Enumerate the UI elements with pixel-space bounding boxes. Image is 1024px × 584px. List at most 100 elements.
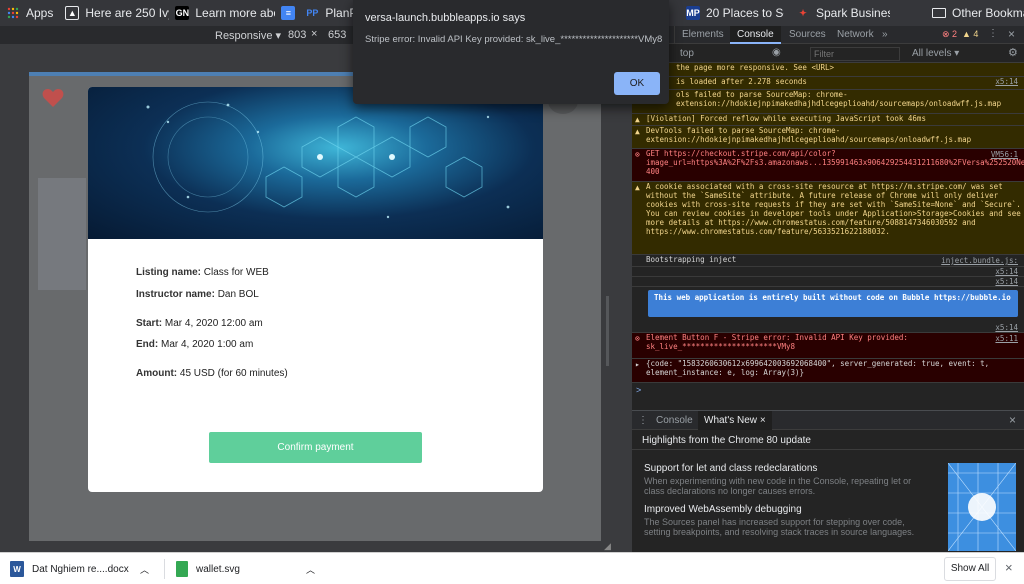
warning-icon: ▲ <box>635 183 640 192</box>
close-download-bar-icon[interactable]: × <box>1005 560 1013 575</box>
hero-image <box>88 87 543 239</box>
download-item[interactable]: wallet.svg ︿ <box>176 557 324 581</box>
close-drawer-icon[interactable]: × <box>1009 413 1016 427</box>
console-message[interactable]: This web application is entirely built w… <box>632 287 1024 323</box>
console-message[interactable]: is loaded after 2.278 seconds x5:14 <box>632 77 1024 90</box>
ok-button[interactable]: OK <box>614 72 660 95</box>
error-count-badge[interactable]: ⊗ 2 <box>942 29 957 40</box>
bookmark-favicon-icon: GN <box>175 6 190 20</box>
message-source-link[interactable]: x5:14 <box>995 267 1018 276</box>
chevron-up-icon[interactable]: ︿ <box>140 563 149 576</box>
message-source-link[interactable]: inject.bundle.js: <box>941 256 1018 265</box>
message-source-link[interactable]: x5:14 <box>995 323 1018 332</box>
warning-count: 4 <box>973 29 979 39</box>
expand-arrow-icon[interactable]: ▸ <box>635 360 640 369</box>
console-message[interactable]: ▲ DevTools failed to parse SourceMap: chr… <box>632 126 1024 149</box>
console-message[interactable]: x5:14 <box>632 267 1024 277</box>
side-image <box>38 178 86 290</box>
listing-value: Class for WEB <box>203 267 269 278</box>
whats-new-item[interactable]: Support for let and class redeclarations… <box>644 463 924 496</box>
resize-handle[interactable] <box>606 296 609 366</box>
apps-shortcut[interactable]: Apps <box>0 0 59 26</box>
viewport-width[interactable]: 803 <box>288 29 306 41</box>
console-message[interactable]: Bootstrapping inject inject.bundle.js: <box>632 255 1024 267</box>
bookmark-item[interactable]: ✦ Spark Business <box>790 0 890 26</box>
message-text: ols failed to parse SourceMap: chrome-ex… <box>676 90 1002 108</box>
settings-gear-icon[interactable]: ⚙ <box>1008 46 1018 59</box>
message-source-link[interactable]: VM56:1 <box>991 150 1018 159</box>
devtools-tabs: ⬚ ▯ Elements Console Sources Network » ⊗… <box>632 26 1024 44</box>
eye-icon[interactable]: ◉ <box>772 47 781 58</box>
divider <box>632 449 1024 450</box>
console-message[interactable]: ⊗ GET https://checkout.stripe.com/api/col… <box>632 149 1024 182</box>
bookmark-item[interactable]: MP 20 Places to Sell Y... <box>680 0 784 26</box>
instructor-label: Instructor name: <box>136 289 215 300</box>
error-count: 2 <box>952 29 958 39</box>
message-text: A cookie associated with a cross-site re… <box>646 182 1021 236</box>
amount-row: Amount: 45 USD (for 60 minutes) <box>136 368 288 379</box>
drawer-tab-whats-new[interactable]: What's New × <box>698 411 772 430</box>
docs-icon: ≡ <box>281 6 296 20</box>
download-item[interactable]: W Dat Nghiem re....docx ︿ <box>10 557 160 581</box>
console-message[interactable]: x5:14 <box>632 277 1024 287</box>
chevron-up-icon[interactable]: ︿ <box>306 563 315 576</box>
log-levels-select[interactable]: All levels ▾ <box>912 48 959 59</box>
tab-console[interactable]: Console <box>730 26 781 44</box>
message-text: {code: "1583260630612x699642003692068400… <box>646 359 990 377</box>
viewport-height[interactable]: 653 <box>328 29 346 41</box>
device-mode-select[interactable]: Responsive ▾ <box>215 29 281 42</box>
amount-value: 45 USD (for 60 minutes) <box>179 368 288 379</box>
bookmark-label: Spark Business <box>816 6 890 20</box>
console-message[interactable]: ▸ {code: "1583260630612x69964200369206840… <box>632 359 1024 383</box>
amount-label: Amount: <box>136 368 178 379</box>
warning-count-badge[interactable]: ▲ 4 <box>962 29 978 39</box>
bookmark-item[interactable]: ≡ <box>275 0 299 26</box>
drawer-tab-console[interactable]: Console <box>656 415 693 426</box>
download-filename: Dat Nghiem re....docx <box>32 563 129 575</box>
bookmark-favicon-icon: PP <box>306 8 319 18</box>
filter-input[interactable] <box>810 47 900 61</box>
message-source-link[interactable]: x5:11 <box>995 334 1018 343</box>
bookmark-item[interactable]: GN Learn more about... <box>169 0 275 26</box>
tab-network[interactable]: Network <box>830 26 881 44</box>
message-text: is loaded after 2.278 seconds <box>676 77 807 86</box>
show-all-button[interactable]: Show All <box>944 557 996 581</box>
message-source-link[interactable]: x5:14 <box>995 77 1018 86</box>
heart-icon[interactable] <box>42 88 64 113</box>
resize-corner-icon[interactable]: ◢ <box>604 541 611 552</box>
whats-new-item[interactable]: Improved WebAssembly debugging The Sourc… <box>644 504 924 537</box>
item-description: When experimenting with new code in the … <box>644 476 912 496</box>
alert-title: versa-launch.bubbleapps.io says <box>365 12 526 24</box>
start-value: Mar 4, 2020 12:00 am <box>164 318 263 329</box>
bookmark-item[interactable]: ▲ Here are 250 Ivy Le... <box>59 0 169 26</box>
confirm-payment-button[interactable]: Confirm payment <box>209 432 422 463</box>
other-bookmarks[interactable]: Other Bookmarks <box>926 0 1024 26</box>
warning-icon: ▲ <box>635 127 640 136</box>
console-message[interactable]: ▲ A cookie associated with a cross-site r… <box>632 182 1024 255</box>
bookmark-favicon-icon: ▲ <box>65 6 80 20</box>
tab-sources[interactable]: Sources <box>782 26 833 44</box>
bubble-banner: This web application is entirely built w… <box>648 290 1018 317</box>
more-options-icon[interactable]: ⋮ <box>988 28 998 39</box>
console-message[interactable]: the page more responsive. See <URL> <box>632 63 1024 77</box>
console-message[interactable]: ⊗ Element Button F - Stripe error: Invali… <box>632 333 1024 359</box>
console-prompt[interactable]: > <box>636 385 641 395</box>
item-description: The Sources panel has increased support … <box>644 517 915 537</box>
close-devtools-icon[interactable]: × <box>1008 27 1015 41</box>
item-title: Support for let and class redeclarations <box>644 463 818 474</box>
message-source-link[interactable]: x5:14 <box>995 277 1018 286</box>
end-row: End: Mar 4, 2020 1:00 am <box>136 339 253 350</box>
drawer-menu-icon[interactable]: ⋮ <box>638 415 648 426</box>
console-message[interactable]: x5:14 <box>632 323 1024 333</box>
alert-message: Stripe error: Invalid API Key provided: … <box>365 34 663 45</box>
more-tabs-button[interactable]: » <box>882 29 888 40</box>
context-select[interactable]: top <box>680 48 694 59</box>
apps-grid-icon <box>6 6 20 20</box>
console-message[interactable]: ols failed to parse SourceMap: chrome-ex… <box>632 90 1024 114</box>
whats-new-label: What's New <box>704 415 758 426</box>
console-message[interactable]: ▲ [Violation] Forced reflow while executi… <box>632 114 1024 126</box>
folder-icon <box>932 8 946 18</box>
tab-elements[interactable]: Elements <box>674 26 731 44</box>
bookmark-label: 20 Places to Sell Y... <box>706 6 784 20</box>
viewport: ◢ Listing name: Class for WEB Instructor… <box>0 44 632 552</box>
